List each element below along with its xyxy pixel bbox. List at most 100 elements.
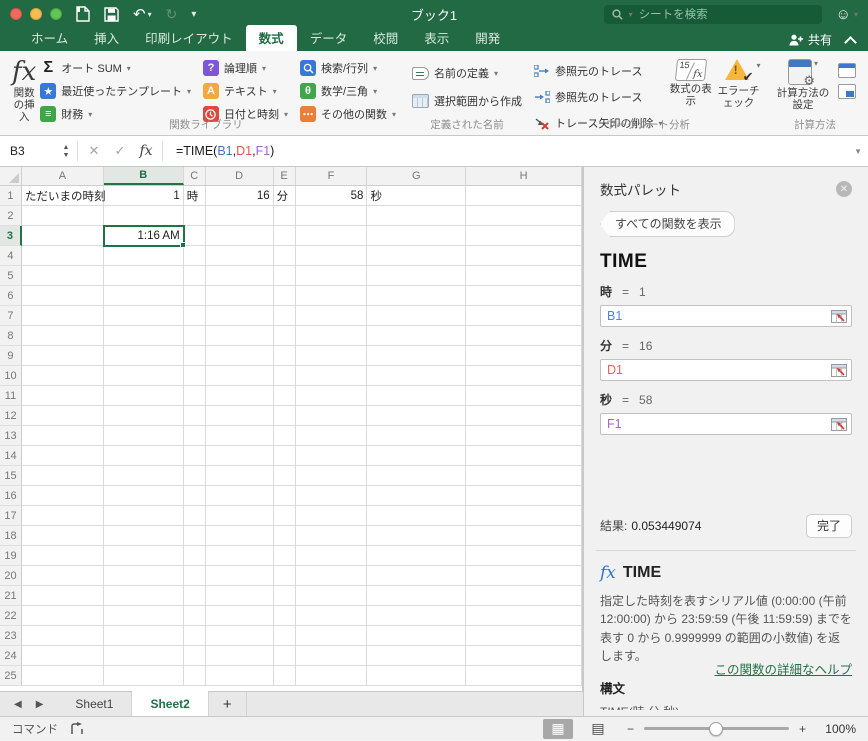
cell-B1[interactable]: 1	[103, 186, 184, 206]
cell-G3[interactable]	[367, 226, 467, 246]
close-window-button[interactable]	[10, 8, 22, 20]
cell-E16[interactable]	[273, 486, 296, 506]
ribbon-tab-データ[interactable]: データ	[297, 25, 361, 51]
cell-E23[interactable]	[273, 626, 296, 646]
cell-H13[interactable]	[466, 426, 582, 446]
cell-H17[interactable]	[466, 506, 582, 526]
cell-G9[interactable]	[367, 346, 467, 366]
cell-A19[interactable]	[21, 546, 104, 566]
cell-F25[interactable]	[295, 666, 368, 686]
cell-F8[interactable]	[295, 326, 368, 346]
cell-C24[interactable]	[183, 646, 206, 666]
row-header-9[interactable]: 9	[0, 346, 22, 366]
cell-F24[interactable]	[295, 646, 368, 666]
cell-D6[interactable]	[205, 286, 274, 306]
cell-E18[interactable]	[273, 526, 296, 546]
cell-C4[interactable]	[183, 246, 206, 266]
cell-B19[interactable]	[103, 546, 184, 566]
cell-D12[interactable]	[205, 406, 274, 426]
cell-A7[interactable]	[21, 306, 104, 326]
cell-B4[interactable]	[103, 246, 184, 266]
cell-A2[interactable]	[21, 206, 104, 226]
column-header-C[interactable]: C	[184, 167, 206, 185]
ribbon-button-theta[interactable]: θ 数学/三角 ▾	[296, 81, 400, 101]
cancel-entry-icon[interactable]: ✕	[81, 136, 107, 166]
panel-close-icon[interactable]: ✕	[836, 181, 852, 197]
row-header-1[interactable]: 1	[0, 186, 22, 206]
name-box-stepper[interactable]: ▲ ▼	[58, 136, 74, 166]
cell-D22[interactable]	[205, 606, 274, 626]
cell-D17[interactable]	[205, 506, 274, 526]
cell-H1[interactable]	[466, 186, 582, 206]
cell-F10[interactable]	[295, 366, 368, 386]
cell-H14[interactable]	[466, 446, 582, 466]
function-help-link[interactable]: この関数の詳細なヘルプ	[714, 659, 852, 678]
cell-D2[interactable]	[205, 206, 274, 226]
cell-H16[interactable]	[466, 486, 582, 506]
range-picker-icon[interactable]	[831, 363, 847, 377]
cell-F23[interactable]	[295, 626, 368, 646]
ribbon-tab-ホーム[interactable]: ホーム	[18, 25, 81, 51]
cell-D4[interactable]	[205, 246, 274, 266]
cell-C11[interactable]	[183, 386, 206, 406]
show-all-functions-button[interactable]: すべての関数を表示	[600, 211, 735, 237]
zoom-out-button[interactable]: −	[627, 722, 634, 736]
cell-G13[interactable]	[367, 426, 467, 446]
cell-D25[interactable]	[205, 666, 274, 686]
cell-G11[interactable]	[367, 386, 467, 406]
range-picker-icon[interactable]	[831, 309, 847, 323]
cell-B2[interactable]	[103, 206, 184, 226]
search-scope-chevron[interactable]: ▾	[629, 10, 633, 19]
cell-G16[interactable]	[367, 486, 467, 506]
cell-D1[interactable]: 16	[205, 186, 274, 206]
cell-C25[interactable]	[183, 666, 206, 686]
cell-G5[interactable]	[367, 266, 467, 286]
cell-G24[interactable]	[367, 646, 467, 666]
cell-E13[interactable]	[273, 426, 296, 446]
cell-C18[interactable]	[183, 526, 206, 546]
cell-F14[interactable]	[295, 446, 368, 466]
cell-A15[interactable]	[21, 466, 104, 486]
cell-B7[interactable]	[103, 306, 184, 326]
zoom-window-button[interactable]	[50, 8, 62, 20]
cell-F3[interactable]	[295, 226, 368, 246]
cell-B20[interactable]	[103, 566, 184, 586]
cell-B5[interactable]	[103, 266, 184, 286]
column-header-H[interactable]: H	[466, 167, 582, 185]
cell-A9[interactable]	[21, 346, 104, 366]
argument-input-F1[interactable]: F1	[600, 413, 852, 435]
cell-F11[interactable]	[295, 386, 368, 406]
share-button[interactable]: 共有	[789, 31, 832, 48]
cell-A20[interactable]	[21, 566, 104, 586]
select-all-corner[interactable]	[0, 167, 22, 185]
ribbon-tab-開発[interactable]: 開発	[462, 25, 513, 51]
zoom-slider[interactable]	[643, 721, 789, 736]
undo-button[interactable]: ↶ ▾	[133, 7, 152, 22]
cell-C7[interactable]	[183, 306, 206, 326]
ribbon-button-magnifier[interactable]: 検索/行列 ▾	[296, 58, 400, 78]
cell-A3[interactable]	[21, 226, 104, 246]
argument-input-D1[interactable]: D1	[600, 359, 852, 381]
cell-G10[interactable]	[367, 366, 467, 386]
cell-F4[interactable]	[295, 246, 368, 266]
row-header-20[interactable]: 20	[0, 566, 22, 586]
cell-A6[interactable]	[21, 286, 104, 306]
cell-G8[interactable]	[367, 326, 467, 346]
row-header-19[interactable]: 19	[0, 546, 22, 566]
search-input[interactable]: ▾ シートを検索	[603, 4, 822, 24]
cell-F9[interactable]	[295, 346, 368, 366]
cell-G18[interactable]	[367, 526, 467, 546]
new-document-icon[interactable]	[76, 6, 90, 22]
row-header-6[interactable]: 6	[0, 286, 22, 306]
cell-G20[interactable]	[367, 566, 467, 586]
range-picker-icon[interactable]	[831, 417, 847, 431]
row-header-21[interactable]: 21	[0, 586, 22, 606]
cell-B21[interactable]	[103, 586, 184, 606]
cell-D20[interactable]	[205, 566, 274, 586]
normal-view-button[interactable]: ▦	[542, 718, 573, 739]
row-header-14[interactable]: 14	[0, 446, 22, 466]
next-sheet-icon[interactable]: ▶	[36, 699, 44, 710]
ribbon-tab-数式[interactable]: 数式	[245, 25, 297, 51]
cell-A25[interactable]	[21, 666, 104, 686]
ribbon-button-star[interactable]: ★ 最近使ったテンプレート ▾	[36, 81, 195, 101]
